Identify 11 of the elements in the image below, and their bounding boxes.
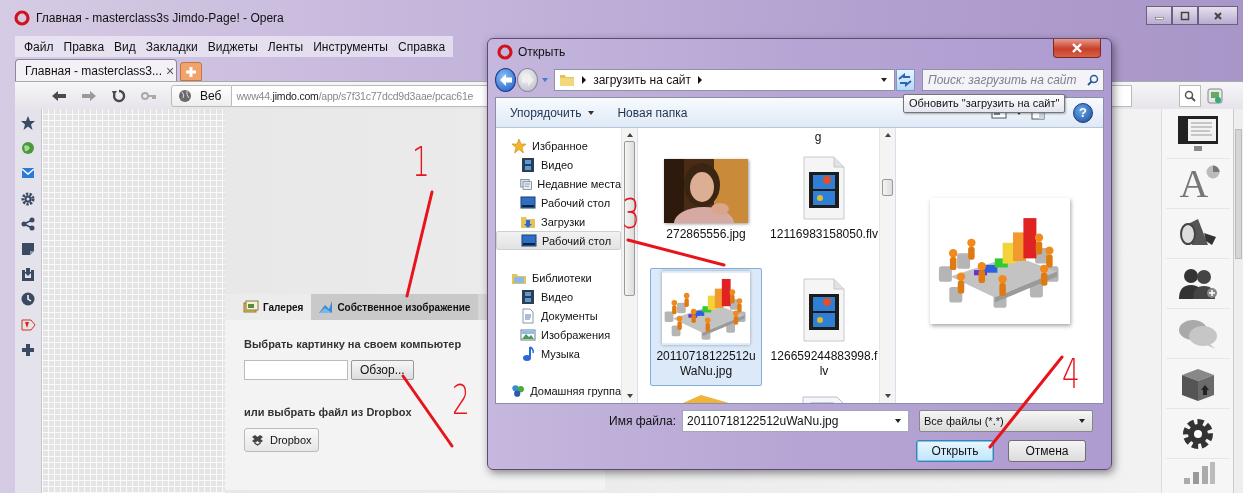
file-name: g bbox=[813, 130, 823, 144]
prompt-text: Выбрать картинку на своем компьютер bbox=[244, 338, 463, 350]
dropbox-prompt: или выбрать файл из Dropbox bbox=[244, 406, 413, 418]
annotation-number: 1 bbox=[412, 140, 430, 184]
window-title: Главная - masterclass3s Jimdo-Page! - Opera bbox=[36, 11, 284, 25]
dialog-title: Открыть bbox=[518, 45, 566, 60]
annotation-number: 4 bbox=[1062, 352, 1080, 396]
annotation-number: 2 bbox=[452, 378, 470, 422]
tooltip: Обновить "загрузить на сайт" bbox=[903, 94, 1066, 113]
field-label: Имя файла: bbox=[608, 414, 677, 428]
annotation-number: 3 bbox=[622, 192, 640, 236]
